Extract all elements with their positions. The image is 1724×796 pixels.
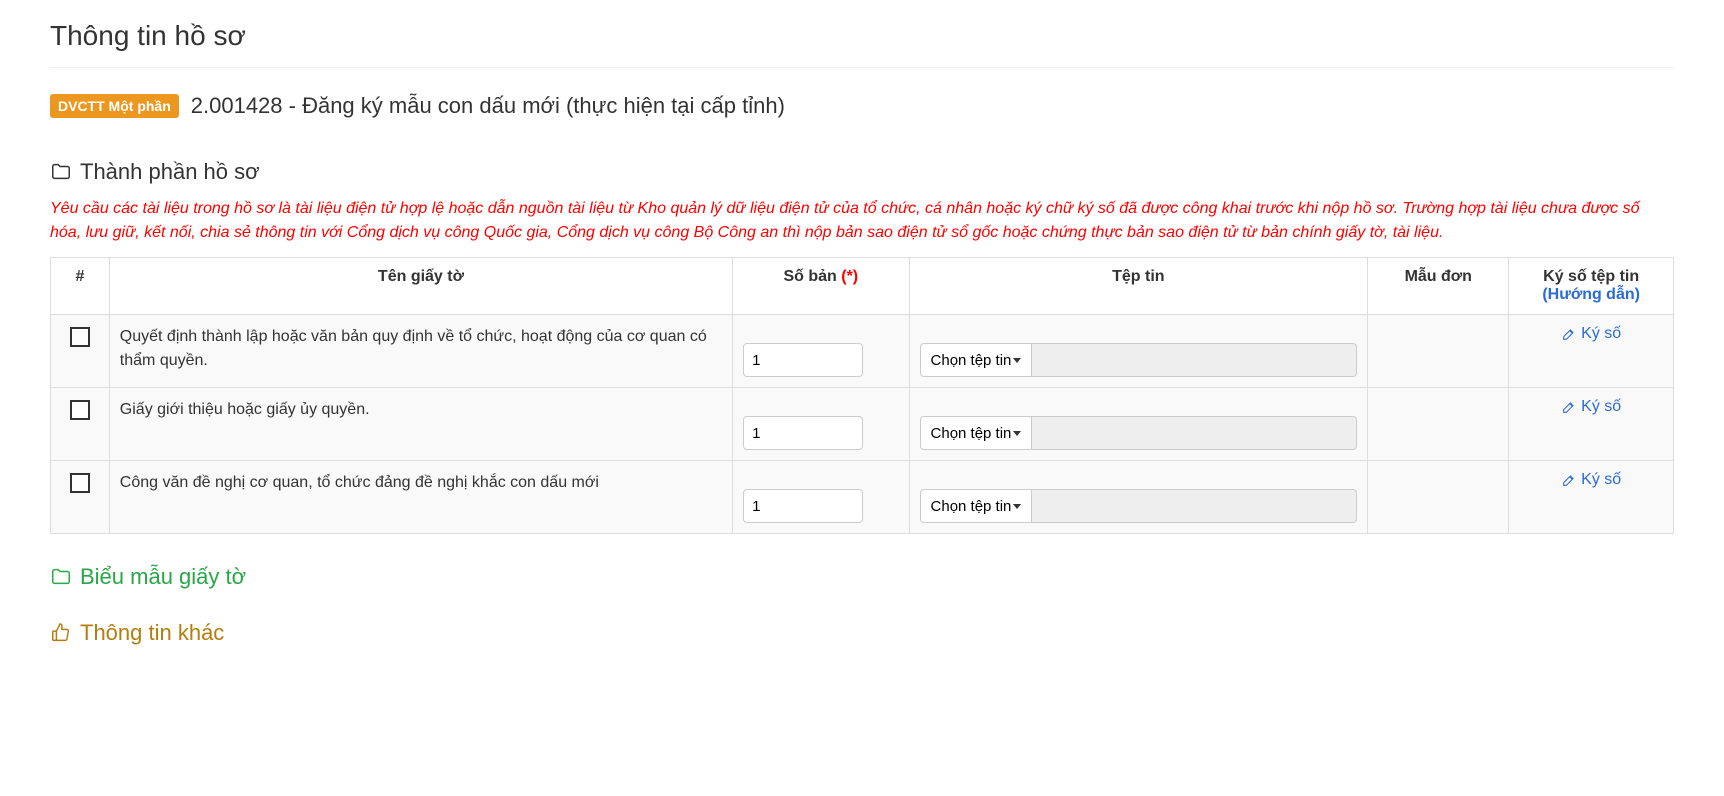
quantity-input[interactable] [743, 343, 863, 377]
guide-link[interactable]: (Hướng dẫn) [1519, 286, 1663, 304]
warning-text: Yêu cầu các tài liệu trong hồ sơ là tài … [50, 197, 1674, 245]
file-slot [1032, 343, 1357, 377]
col-header-qty: Số bản (*) [733, 258, 909, 315]
quantity-input[interactable] [743, 416, 863, 450]
section-components-title: Thành phần hồ sơ [50, 159, 1674, 185]
col-header-template: Mẫu đơn [1368, 258, 1509, 315]
file-slot [1032, 489, 1357, 523]
table-row: Giấy giới thiệu hoặc giấy ủy quyền. Chọn… [51, 388, 1674, 461]
choose-file-label: Chọn tệp tin [931, 498, 1012, 515]
quantity-input[interactable] [743, 489, 863, 523]
choose-file-button[interactable]: Chọn tệp tin [920, 343, 1033, 377]
sign-button[interactable]: Ký số [1519, 471, 1663, 489]
section-templates-label: Biểu mẫu giấy tờ [80, 564, 246, 590]
table-row: Quyết định thành lập hoặc văn bản quy đị… [51, 315, 1674, 388]
folder-icon [50, 566, 72, 588]
template-cell [1368, 315, 1509, 388]
section-templates-title[interactable]: Biểu mẫu giấy tờ [50, 564, 1674, 590]
required-star: (*) [841, 268, 858, 285]
folder-icon [50, 161, 72, 183]
edit-icon [1561, 399, 1577, 415]
sign-button[interactable]: Ký số [1519, 325, 1663, 343]
chevron-down-icon [1013, 358, 1021, 363]
sign-label: Ký số [1581, 325, 1621, 343]
col-header-check: # [51, 258, 110, 315]
page-title: Thông tin hồ sơ [50, 20, 1674, 68]
document-name: Công văn đề nghị cơ quan, tổ chức đảng đ… [109, 461, 732, 534]
row-checkbox[interactable] [70, 473, 90, 493]
sign-label: Ký số [1581, 398, 1621, 416]
edit-icon [1561, 326, 1577, 342]
file-chooser: Chọn tệp tin [920, 343, 1358, 377]
sign-button[interactable]: Ký số [1519, 398, 1663, 416]
row-checkbox[interactable] [70, 400, 90, 420]
template-cell [1368, 461, 1509, 534]
thumbs-up-icon [50, 622, 72, 644]
choose-file-label: Chọn tệp tin [931, 425, 1012, 442]
choose-file-button[interactable]: Chọn tệp tin [920, 489, 1033, 523]
document-name: Giấy giới thiệu hoặc giấy ủy quyền. [109, 388, 732, 461]
chevron-down-icon [1013, 431, 1021, 436]
section-other-title[interactable]: Thông tin khác [50, 620, 1674, 646]
chevron-down-icon [1013, 504, 1021, 509]
choose-file-button[interactable]: Chọn tệp tin [920, 416, 1033, 450]
col-header-sign-text: Ký số tệp tin [1519, 268, 1663, 286]
documents-table: # Tên giấy tờ Số bản (*) Tệp tin Mẫu đơn… [50, 257, 1674, 534]
section-other-label: Thông tin khác [80, 620, 224, 646]
template-cell [1368, 388, 1509, 461]
section-components-label: Thành phần hồ sơ [80, 159, 260, 185]
service-name: 2.001428 - Đăng ký mẫu con dấu mới (thực… [191, 93, 785, 119]
choose-file-label: Chọn tệp tin [931, 352, 1012, 369]
edit-icon [1561, 472, 1577, 488]
table-row: Công văn đề nghị cơ quan, tổ chức đảng đ… [51, 461, 1674, 534]
file-chooser: Chọn tệp tin [920, 416, 1358, 450]
col-header-sign: Ký số tệp tin (Hướng dẫn) [1509, 258, 1674, 315]
file-slot [1032, 416, 1357, 450]
col-header-file: Tệp tin [909, 258, 1368, 315]
col-header-qty-prefix: Số bản [783, 268, 841, 285]
document-name: Quyết định thành lập hoặc văn bản quy đị… [109, 315, 732, 388]
row-checkbox[interactable] [70, 327, 90, 347]
badge-dvctt: DVCTT Một phần [50, 94, 179, 118]
col-header-name: Tên giấy tờ [109, 258, 732, 315]
sign-label: Ký số [1581, 471, 1621, 489]
service-row: DVCTT Một phần 2.001428 - Đăng ký mẫu co… [50, 93, 1674, 119]
file-chooser: Chọn tệp tin [920, 489, 1358, 523]
